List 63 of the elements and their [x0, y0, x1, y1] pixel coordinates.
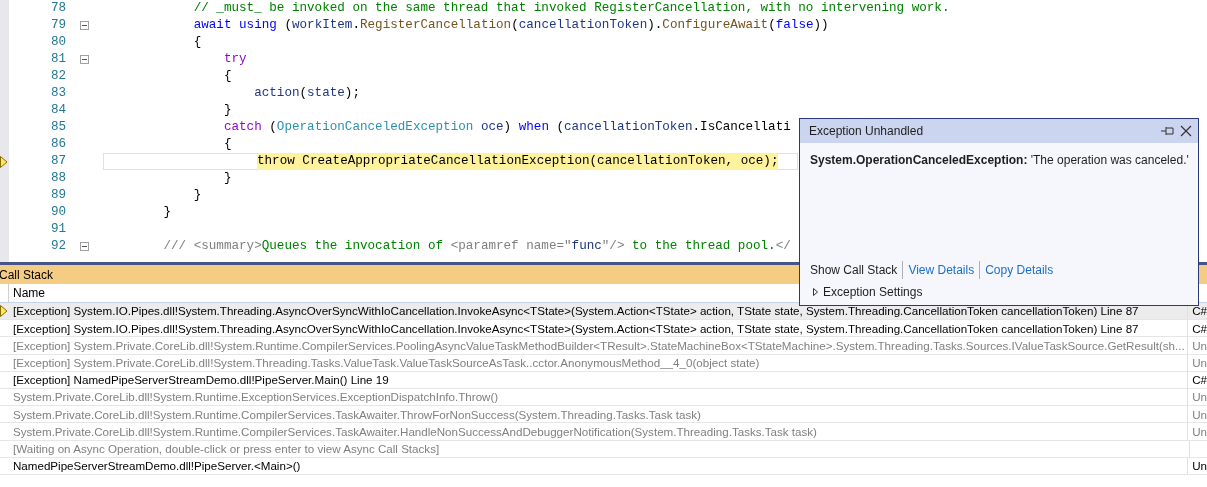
language-cell: Un: [1192, 459, 1207, 473]
code-line: {: [222, 68, 232, 85]
language-cell: C#: [1192, 321, 1207, 335]
current-frame-arrow-icon: [0, 305, 8, 318]
language-cell: C#: [1192, 373, 1207, 387]
frame-name: [Exception] System.IO.Pipes.dll!System.Threading.AsyncOverSyncWithIoCancellation.InvokeAsync<TState>(System.Action<TState> action, TState state, System.Threading.CancellationToken cancellationToken) Line 87: [13, 303, 1139, 320]
line-number: 86: [49, 136, 66, 153]
code-line: {: [192, 34, 202, 51]
code-line: }: [222, 170, 232, 187]
code-line: }: [162, 204, 172, 221]
collapse-icon[interactable]: [80, 21, 89, 30]
details-link[interactable]: Copy Details: [980, 261, 1059, 279]
call-stack-row[interactable]: System.Private.CoreLib.dll!System.Runtime.CompilerServices.TaskAwaiter.HandleNonSuccessAndDebuggerNotification(System.Threading.Tasks.Task task) Un: [0, 423, 1207, 441]
panel-title: Call Stack: [0, 266, 54, 284]
code-line: try: [222, 51, 247, 68]
line-number: 92: [49, 238, 66, 255]
line-number: 84: [49, 102, 66, 119]
language-cell: Un: [1192, 355, 1207, 369]
show-call-stack-link[interactable]: Show Call Stack: [810, 261, 904, 279]
frame-name: [Exception] System.Private.CoreLib.dll!System.Threading.Tasks.ValueTask.ValueTaskSourceAsTask..cctor.AnonymousMethod__4_0(object state): [13, 354, 760, 371]
frame-name: [Exception] System.Private.CoreLib.dll!System.Runtime.CompilerServices.PoolingAsyncValueTaskMethodBuilder<TResult>.StateMachineBox<TStateMachine>.System.Threading.Tasks.Sources.IValueTaskSource.GetResult(sh...: [13, 337, 1185, 354]
call-stack-row[interactable]: System.Private.CoreLib.dll!System.Runtime.CompilerServices.TaskAwaiter.ThrowForNonSuccess(System.Threading.Tasks.Task task) Un: [0, 406, 1207, 424]
line-number: 89: [49, 187, 66, 204]
language-cell: Un: [1192, 407, 1207, 421]
language-cell: C#: [1192, 304, 1207, 318]
language-cell: Un: [1192, 338, 1207, 352]
frame-name: [Exception] System.IO.Pipes.dll!System.Threading.AsyncOverSyncWithIoCancellation.InvokeAsync<TState>(System.Action<TState> action, TState state, System.Threading.CancellationToken cancellationToken) Line 87: [13, 320, 1139, 337]
collapse-icon[interactable]: [80, 55, 89, 64]
frame-name: System.Private.CoreLib.dll!System.Runtime.ExceptionServices.ExceptionDispatchInfo.Throw(): [13, 389, 499, 406]
code-line: action(state);: [253, 85, 360, 102]
code-line: await using (workItem.RegisterCancellation(cancellationToken).ConfigureAwait(false)): [192, 17, 829, 34]
close-icon[interactable]: [1180, 125, 1192, 137]
frame-name: [Waiting on Async Operation, double-click or press enter to view Async Call Stacks]: [13, 440, 440, 457]
expand-triangle-icon: [813, 288, 818, 296]
line-number: 87: [49, 153, 66, 170]
code-line: {: [222, 136, 232, 153]
line-number: 85: [49, 119, 66, 136]
collapse-icon[interactable]: [80, 242, 89, 251]
frame-name: System.Private.CoreLib.dll!System.Runtime.CompilerServices.TaskAwaiter.HandleNonSuccessAndDebuggerNotification(System.Threading.Tasks.Task task): [13, 423, 817, 440]
code-line: }: [192, 187, 202, 204]
code-line: /// <summary>Queues the invocation of <paramref name="func"/> to the thread pool.</: [162, 238, 791, 255]
language-cell: Un: [1192, 390, 1207, 404]
line-number: 78: [49, 0, 66, 17]
exception-message: System.OperationCanceledException: 'The operation was canceled.': [810, 152, 1190, 169]
frame-name: NamedPipeServerStreamDemo.dll!PipeServer.<Main>(): [13, 458, 301, 474]
line-number: 83: [49, 85, 66, 102]
details-link[interactable]: View Details: [903, 261, 981, 279]
language-cell: Un: [1192, 424, 1207, 438]
line-number: 80: [49, 34, 66, 51]
current-line-arrow-icon: [0, 155, 8, 168]
code-line: catch (OperationCanceledException oce) when (cancellationToken.IsCancellati: [222, 119, 791, 136]
line-number: 90: [49, 204, 66, 221]
line-number: 88: [49, 170, 66, 187]
popup-title: Exception Unhandled: [809, 123, 924, 140]
line-number: 79: [49, 17, 66, 34]
code-line: // _must_ be invoked on the same thread that invoked RegisterCancellation, with no intervening work.: [192, 0, 950, 17]
line-number: 91: [49, 221, 66, 238]
line-number: 81: [49, 51, 66, 68]
pin-icon[interactable]: [1161, 125, 1174, 137]
frame-name: [Exception] NamedPipeServerStreamDemo.dll!PipeServer.Main() Line 19: [13, 372, 389, 388]
frame-name: System.Private.CoreLib.dll!System.Runtime.CompilerServices.TaskAwaiter.ThrowForNonSuccess(System.Threading.Tasks.Task task): [13, 406, 701, 423]
line-number: 82: [49, 68, 66, 85]
code-line: }: [222, 102, 232, 119]
